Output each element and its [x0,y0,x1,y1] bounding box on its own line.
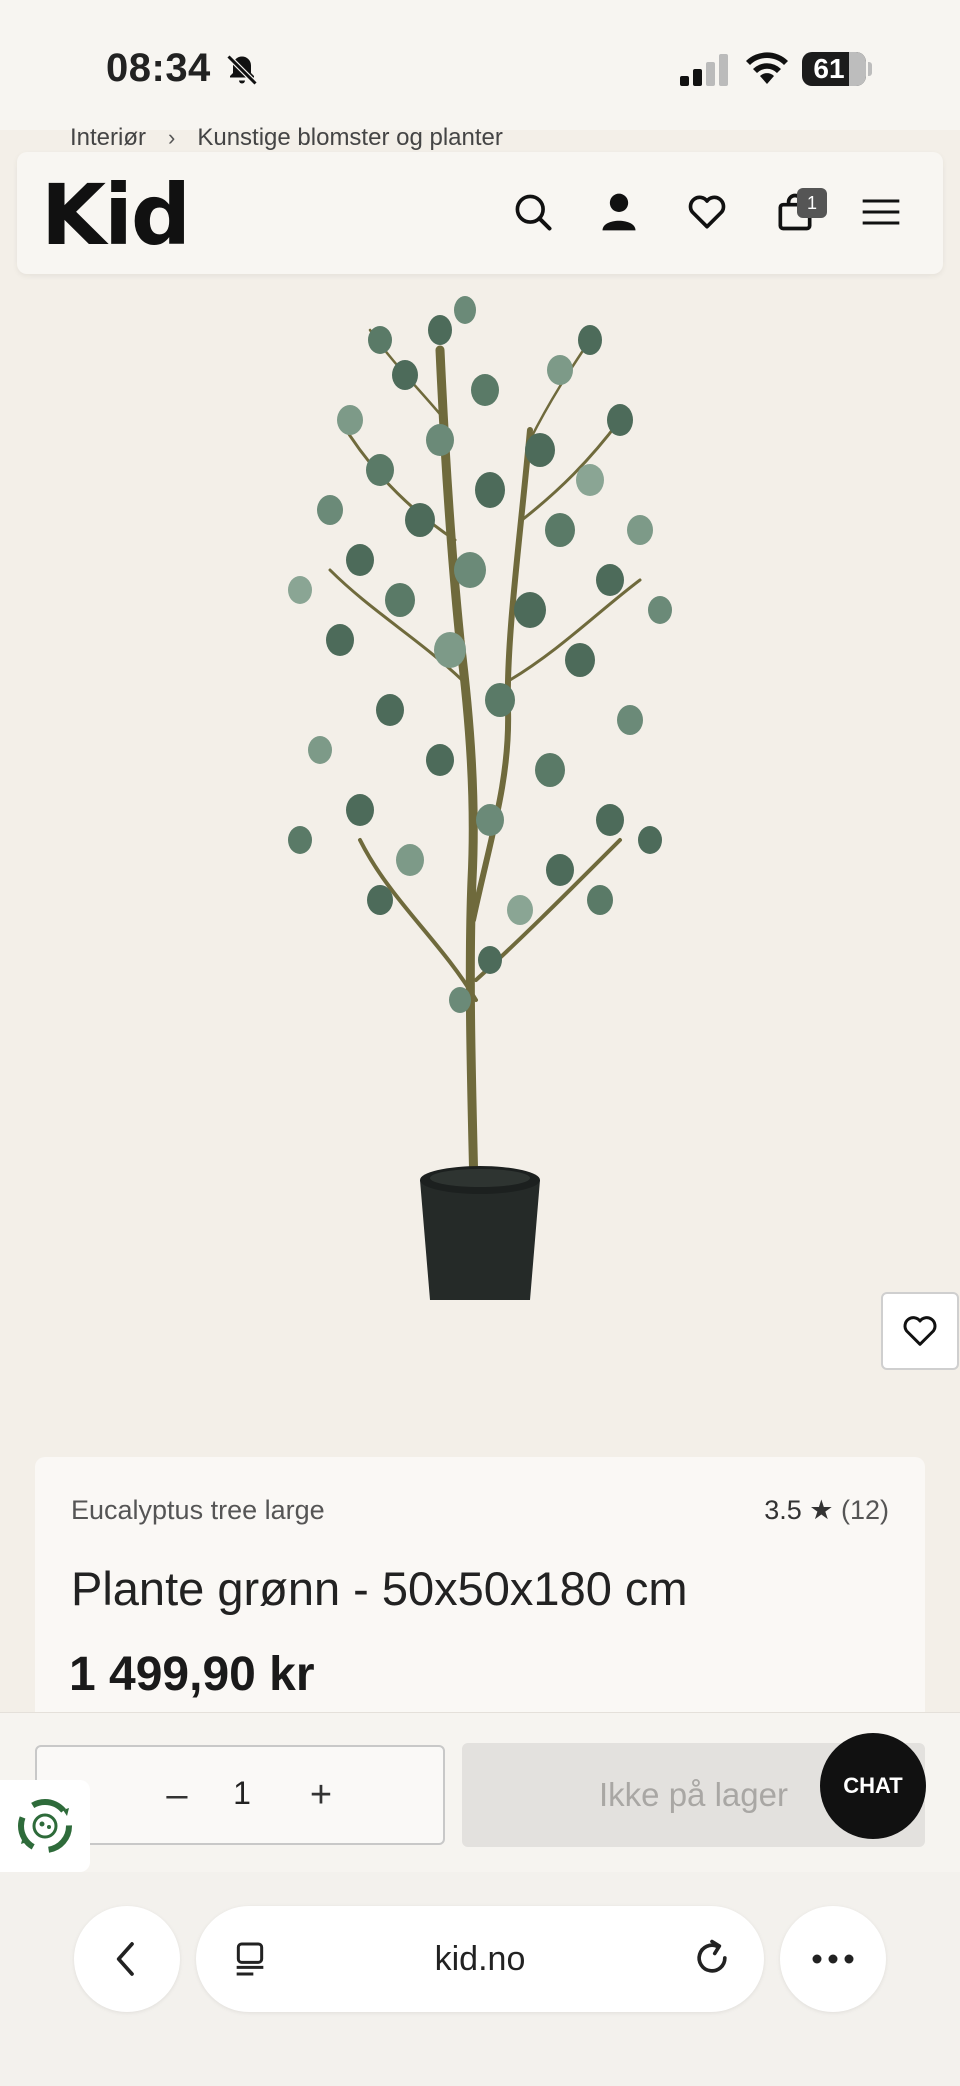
battery-level: 61 [813,53,845,84]
breadcrumb-item-artificial-plants[interactable]: Kunstige blomster og planter [197,124,503,152]
reload-icon[interactable] [690,1936,734,1980]
status-bar: 08:34 61 [0,0,960,130]
increase-quantity-button[interactable]: + [299,1773,343,1817]
product-price: 1 499,90 kr [69,1648,315,1701]
site-header: Kid 1 [17,152,943,274]
battery-icon: 61 [802,52,866,86]
product-subtitle: Eucalyptus tree large [71,1495,325,1525]
add-to-wishlist-button[interactable] [881,1292,959,1370]
status-time: 08:34 [106,46,211,90]
cellular-signal-icon [680,54,728,86]
rating-value: 3.5 ★ [764,1495,834,1525]
recycle-badge[interactable] [0,1780,90,1872]
url-text: kid.no [434,1940,526,1978]
bell-off-icon [226,54,258,86]
kid-logo[interactable]: Kid [41,166,191,264]
product-image [288,296,672,1300]
wishlist-heart-icon[interactable] [685,190,729,234]
breadcrumb-item-interior[interactable]: Interiør [70,124,146,152]
product-rating[interactable]: 3.5 ★ (12) [764,1495,889,1526]
address-bar[interactable]: kid.no [196,1906,764,2012]
more-dots-icon [812,1954,854,1964]
buy-bar: – 1 + Ikke på lager [0,1712,960,1872]
quantity-stepper: – 1 + [35,1745,445,1845]
heart-icon [903,1316,937,1346]
decrease-quantity-button[interactable]: – [155,1773,199,1817]
account-icon[interactable] [597,190,641,234]
browser-toolbar: kid.no [0,1872,960,2086]
battery-cap [868,62,872,76]
back-button[interactable] [74,1906,180,2012]
search-icon[interactable] [511,190,555,234]
recycle-icon [18,1799,72,1853]
quantity-value: 1 [233,1775,251,1811]
wifi-icon [746,52,788,84]
breadcrumb: Interiør › Kunstige blomster og planter [70,124,503,152]
review-count: (12) [840,1495,889,1525]
cart-count-badge: 1 [797,188,827,218]
more-options-button[interactable] [780,1906,886,2012]
chat-button[interactable]: CHAT [820,1733,926,1839]
menu-icon[interactable] [859,190,903,234]
product-info-card: Eucalyptus tree large 3.5 ★ (12) Plante … [35,1457,925,1717]
breadcrumb-separator: › [168,125,176,150]
product-title: Plante grønn - 50x50x180 cm [71,1562,688,1615]
chevron-left-icon [116,1942,134,1976]
